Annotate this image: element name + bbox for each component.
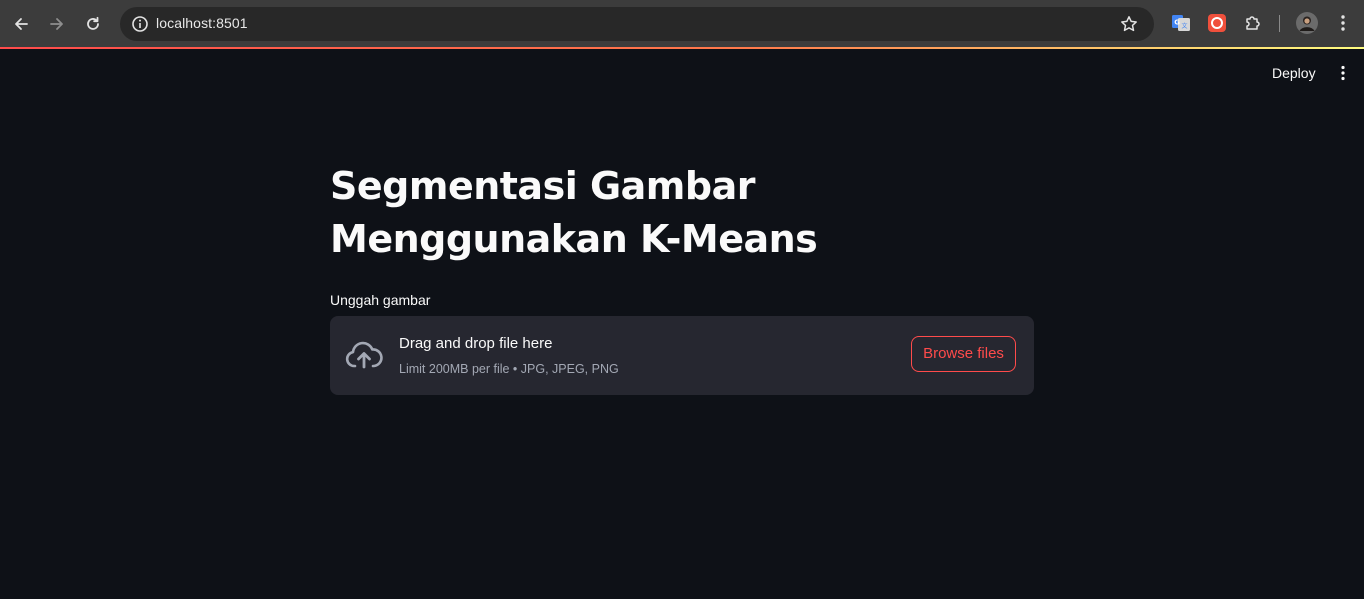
kebab-menu-icon[interactable] (1333, 13, 1353, 33)
kebab-menu-icon[interactable] (1333, 61, 1353, 85)
toolbar-divider (1279, 15, 1280, 32)
google-translate-icon[interactable]: G文 (1171, 13, 1191, 33)
svg-text:G: G (1174, 19, 1180, 27)
page-title: Segmentasi Gambar Menggunakan K-Means (330, 164, 818, 261)
file-uploader-label: Unggah gambar (330, 292, 431, 308)
svg-text:文: 文 (1182, 22, 1188, 30)
main-content: Segmentasi Gambar Menggunakan K-Means Un… (330, 160, 1034, 395)
forward-arrow-icon[interactable] (45, 12, 69, 36)
info-icon[interactable] (128, 12, 152, 36)
browser-toolbar: localhost:8501 G文 (0, 0, 1364, 47)
address-bar[interactable]: localhost:8501 (120, 7, 1154, 41)
deploy-button[interactable]: Deploy (1262, 61, 1326, 85)
cloud-upload-icon (345, 340, 383, 370)
avatar[interactable] (1296, 12, 1318, 34)
file-limit-text: Limit 200MB per file • JPG, JPEG, PNG (399, 362, 619, 376)
puzzle-icon[interactable] (1243, 13, 1263, 33)
star-icon[interactable] (1118, 13, 1140, 35)
app-header: Deploy (0, 49, 1364, 99)
reload-icon[interactable] (81, 12, 105, 36)
url-text[interactable]: localhost:8501 (156, 15, 248, 31)
browse-files-button[interactable]: Browse files (911, 336, 1016, 372)
record-extension-icon[interactable] (1207, 13, 1227, 33)
dropzone-instructions: Drag and drop file here (399, 335, 553, 352)
file-dropzone[interactable]: Drag and drop file here Limit 200MB per … (330, 316, 1034, 395)
back-arrow-icon[interactable] (9, 12, 33, 36)
